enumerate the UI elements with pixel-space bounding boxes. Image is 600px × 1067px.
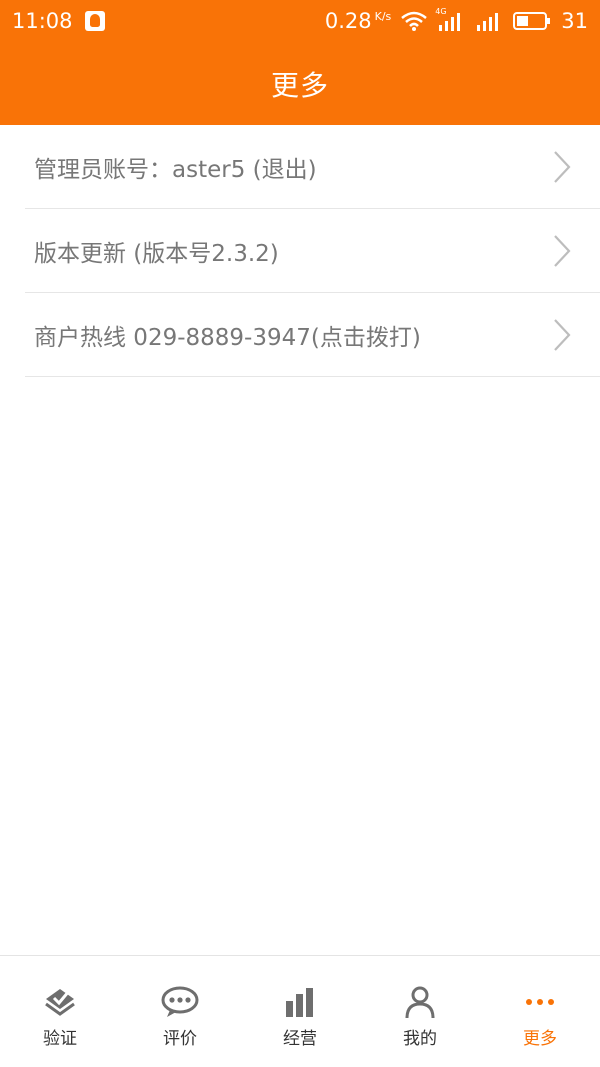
menu-item-merchant-hotline[interactable]: 商户热线 029-8889-3947(点击拨打) bbox=[25, 293, 600, 377]
tab-more[interactable]: 更多 bbox=[480, 956, 600, 1067]
person-icon bbox=[404, 984, 436, 1020]
tab-mine[interactable]: 我的 bbox=[360, 956, 480, 1067]
battery-icon bbox=[513, 11, 551, 31]
settings-menu: 管理员账号：aster5 (退出) 版本更新 (版本号2.3.2) 商户热线 0… bbox=[0, 125, 600, 377]
tab-label: 评价 bbox=[163, 1029, 197, 1049]
tab-comment[interactable]: 评价 bbox=[120, 956, 240, 1067]
battery-level: 31 bbox=[561, 9, 588, 33]
header: 更多 bbox=[0, 42, 600, 125]
net-speed-value: 0.28 bbox=[324, 9, 372, 33]
tab-verify[interactable]: 验证 bbox=[0, 956, 120, 1067]
comment-icon bbox=[160, 984, 200, 1020]
menu-item-label: 商户热线 029-8889-3947(点击拨打) bbox=[34, 324, 421, 351]
chevron-right-icon bbox=[552, 234, 572, 268]
tab-label: 验证 bbox=[43, 1029, 77, 1049]
status-left: 11:08 bbox=[12, 9, 105, 33]
verify-icon bbox=[42, 984, 78, 1020]
signal-icon bbox=[475, 11, 503, 31]
tab-label: 我的 bbox=[403, 1029, 437, 1049]
tab-label: 经营 bbox=[283, 1029, 317, 1049]
network-type-label: 4G bbox=[435, 7, 447, 16]
menu-item-label: 管理员账号：aster5 (退出) bbox=[34, 156, 317, 183]
chevron-right-icon bbox=[552, 150, 572, 184]
status-right: 0.28 K/s 4G 31 bbox=[325, 7, 588, 33]
net-speed-unit: K/s bbox=[374, 10, 392, 23]
bar-chart-icon bbox=[284, 984, 316, 1020]
net-speed: 0.28 K/s bbox=[325, 9, 391, 33]
bottom-tab-bar: 验证 评价 经营 我的 更多 bbox=[0, 955, 600, 1067]
menu-item-admin-account[interactable]: 管理员账号：aster5 (退出) bbox=[25, 125, 600, 209]
tab-business[interactable]: 经营 bbox=[240, 956, 360, 1067]
more-dots-icon bbox=[524, 984, 556, 1020]
qq-icon bbox=[84, 11, 105, 31]
wifi-icon bbox=[401, 11, 428, 31]
status-bar: 11:08 0.28 K/s 4G 31 bbox=[0, 0, 600, 42]
page-title: 更多 bbox=[270, 68, 329, 102]
chevron-right-icon bbox=[552, 318, 572, 352]
menu-item-version-update[interactable]: 版本更新 (版本号2.3.2) bbox=[25, 209, 600, 293]
status-time: 11:08 bbox=[12, 9, 73, 33]
signal-4g-icon: 4G bbox=[435, 7, 465, 31]
menu-item-label: 版本更新 (版本号2.3.2) bbox=[34, 240, 279, 267]
tab-label: 更多 bbox=[523, 1029, 557, 1049]
